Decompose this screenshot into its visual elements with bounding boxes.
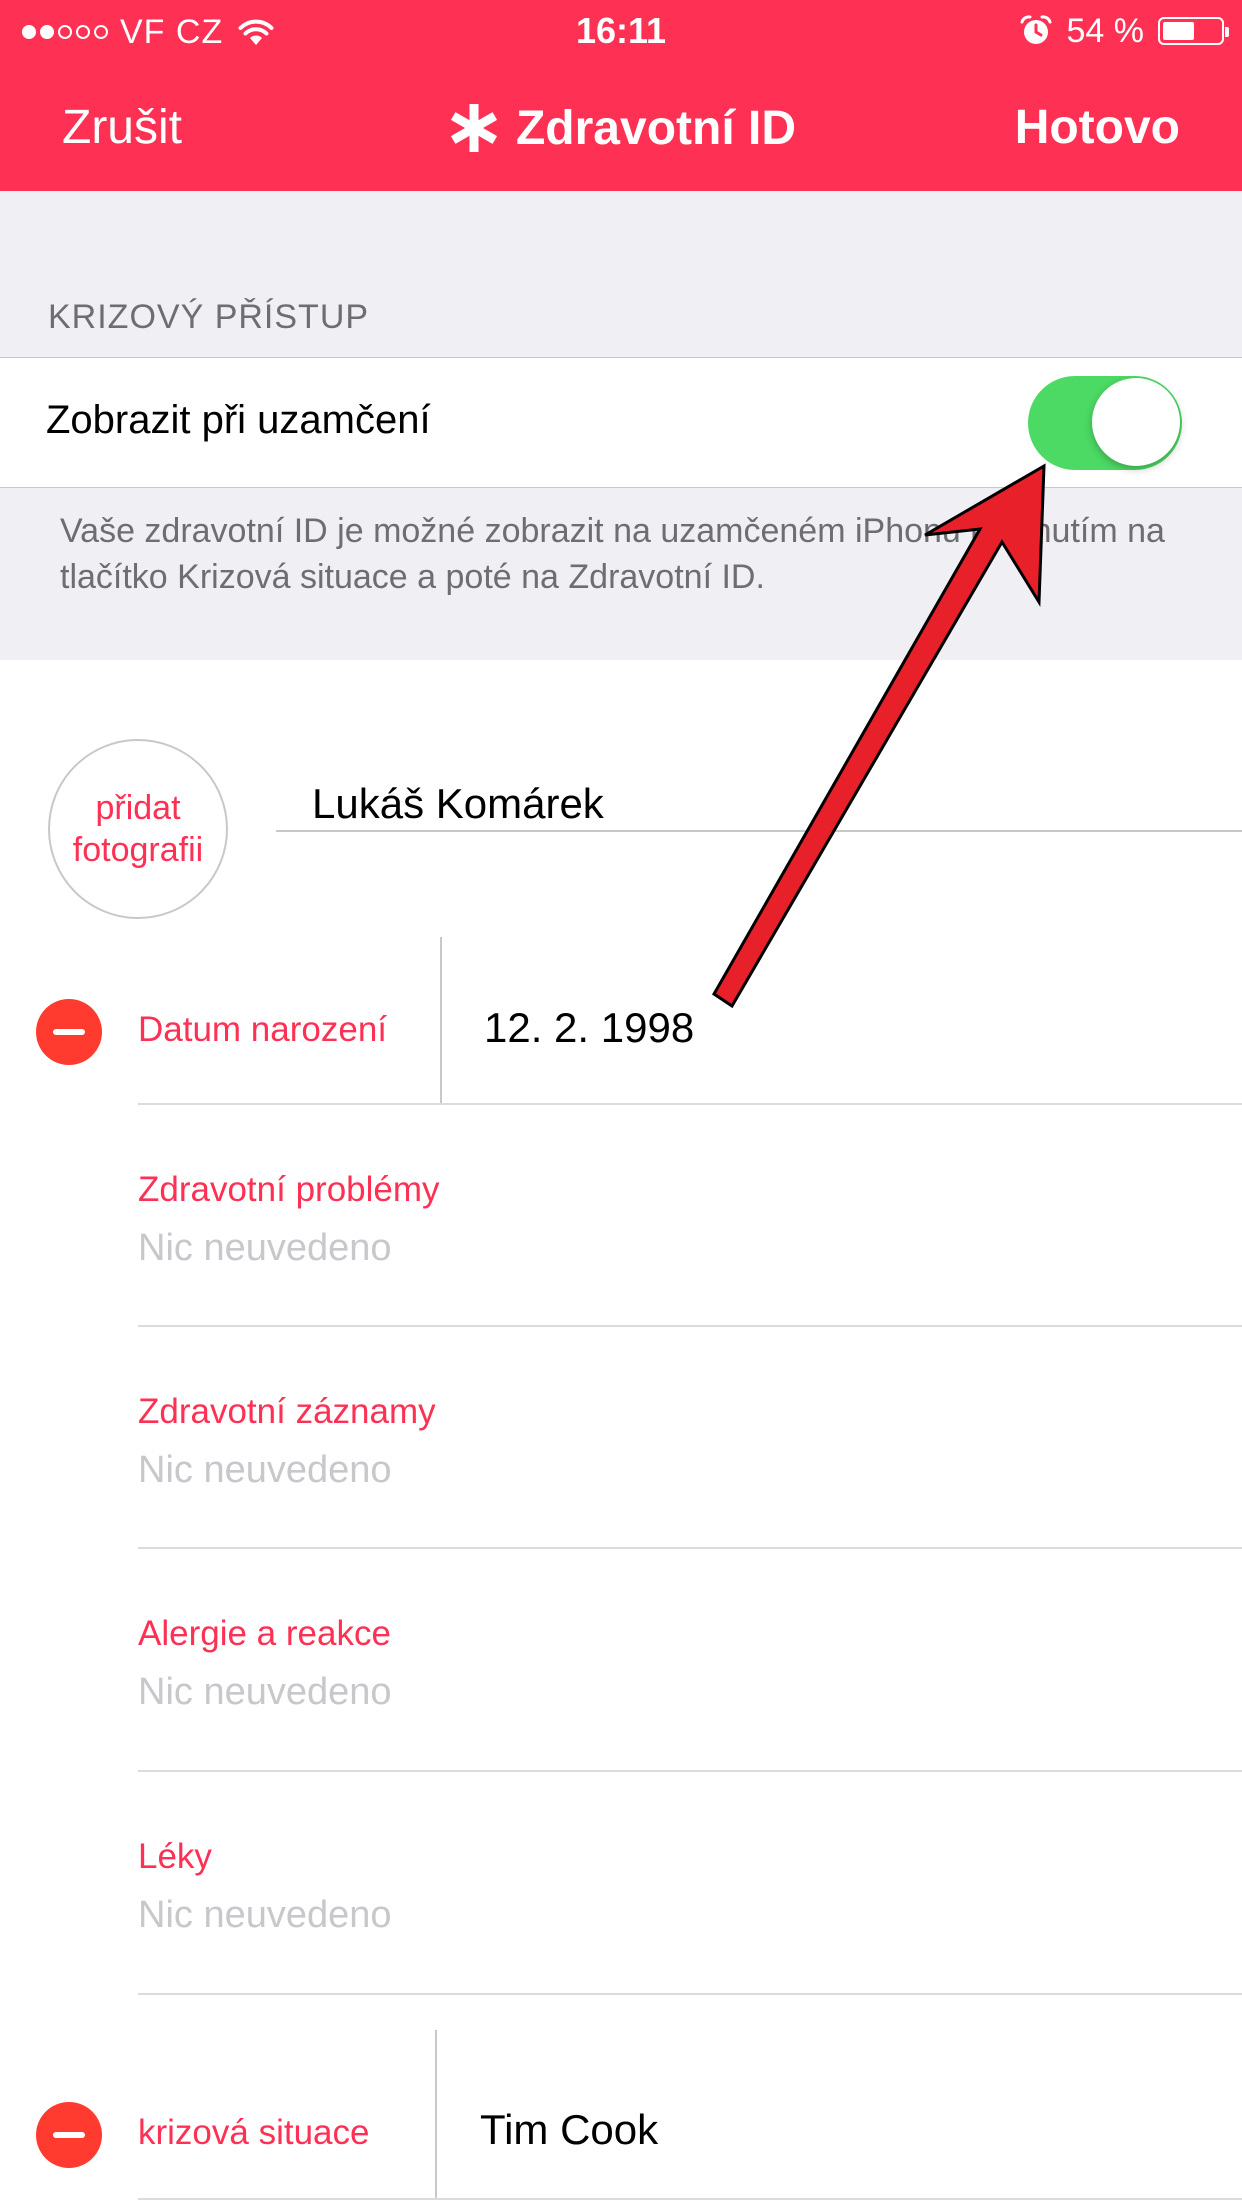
medical-conditions-input[interactable]: Nic neuvedeno xyxy=(138,1227,392,1270)
name-value: Lukáš Komárek xyxy=(312,780,604,827)
allergies-input[interactable]: Nic neuvedeno xyxy=(138,1671,392,1714)
delete-birth-date-button[interactable] xyxy=(36,999,102,1065)
done-button[interactable]: Hotovo xyxy=(1015,100,1180,155)
delete-emergency-contact-button[interactable] xyxy=(36,2102,102,2168)
section-footer: Vaše zdravotní ID je možné zobrazit na u… xyxy=(0,488,1242,660)
row-divider xyxy=(138,1993,1242,1995)
battery-percentage: 54 % xyxy=(1066,11,1145,50)
row-separator xyxy=(440,937,442,1103)
navigation-header: VF CZ 16:11 54 % Zrušit Zdravotní ID Hot… xyxy=(0,0,1242,191)
battery-cap xyxy=(1225,27,1229,37)
allergies-title: Alergie a reakce xyxy=(138,1614,391,1653)
battery-icon xyxy=(1158,17,1229,45)
medications-input[interactable]: Nic neuvedeno xyxy=(138,1894,392,1937)
section-header-emergency-access: KRIZOVÝ PŘÍSTUP xyxy=(48,298,370,336)
page-title-text: Zdravotní ID xyxy=(515,101,796,155)
emergency-contact-value[interactable]: Tim Cook xyxy=(480,2106,658,2154)
show-when-locked-toggle[interactable] xyxy=(1028,376,1182,470)
show-when-locked-row: Zobrazit při uzamčení xyxy=(0,357,1242,488)
add-photo-button[interactable]: přidat fotografii xyxy=(48,739,228,919)
row-divider xyxy=(138,1770,1242,1772)
medications-title: Léky xyxy=(138,1837,212,1876)
add-photo-label-line1: přidat xyxy=(95,789,181,827)
battery-level-fill xyxy=(1163,22,1195,40)
section-footer-text: Vaše zdravotní ID je možné zobrazit na u… xyxy=(60,512,1165,596)
birth-date-value[interactable]: 12. 2. 1998 xyxy=(484,1004,694,1052)
show-when-locked-label: Zobrazit při uzamčení xyxy=(46,398,431,442)
row-divider xyxy=(138,1325,1242,1327)
status-bar-right: 54 % xyxy=(1019,10,1229,52)
asterisk-icon xyxy=(450,104,498,152)
row-divider xyxy=(138,1547,1242,1549)
name-field[interactable]: Lukáš Komárek xyxy=(276,760,1242,832)
birth-date-label: Datum narození xyxy=(138,1010,388,1049)
medical-notes-title: Zdravotní záznamy xyxy=(138,1392,436,1431)
medical-notes-input[interactable]: Nic neuvedeno xyxy=(138,1449,392,1492)
row-separator xyxy=(435,2030,437,2200)
row-divider xyxy=(138,2198,1242,2200)
medical-conditions-title: Zdravotní problémy xyxy=(138,1170,440,1209)
alarm-clock-icon xyxy=(1020,15,1051,44)
row-divider xyxy=(138,1103,1242,1105)
emergency-contact-label: krizová situace xyxy=(138,2113,370,2152)
add-photo-label-line2: fotografii xyxy=(72,831,204,869)
toggle-knob xyxy=(1092,378,1180,466)
